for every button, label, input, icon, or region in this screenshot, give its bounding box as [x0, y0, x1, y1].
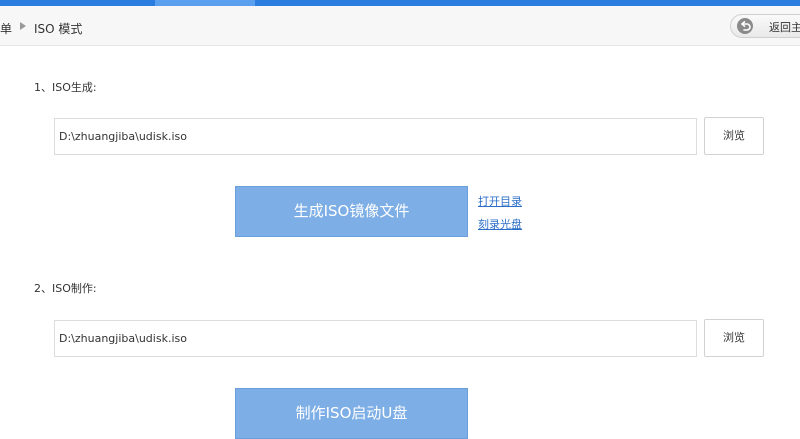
breadcrumb-current: ISO 模式	[34, 22, 83, 36]
back-button-label: 返回主	[769, 21, 800, 34]
iso-generate-browse-button[interactable]: 浏览	[704, 117, 764, 155]
back-arrow-icon	[737, 18, 753, 34]
iso-make-section-label: 2、ISO制作:	[34, 282, 97, 295]
breadcrumb-parent[interactable]: 单	[0, 20, 12, 37]
open-directory-link[interactable]: 打开目录	[478, 193, 522, 209]
back-to-main-button[interactable]: 返回主	[730, 14, 800, 38]
iso-make-browse-button[interactable]: 浏览	[704, 319, 764, 357]
burn-disc-link[interactable]: 刻录光盘	[478, 216, 522, 232]
breadcrumb-arrow-icon	[20, 22, 26, 30]
make-iso-boot-usb-button[interactable]: 制作ISO启动U盘	[235, 388, 468, 439]
iso-make-path-input[interactable]	[54, 320, 697, 357]
generate-iso-image-button[interactable]: 生成ISO镜像文件	[235, 186, 468, 237]
iso-generate-section-label: 1、ISO生成:	[34, 81, 97, 94]
breadcrumb: 单 ISO 模式 返回主	[0, 6, 800, 46]
iso-generate-path-input[interactable]	[54, 118, 697, 155]
